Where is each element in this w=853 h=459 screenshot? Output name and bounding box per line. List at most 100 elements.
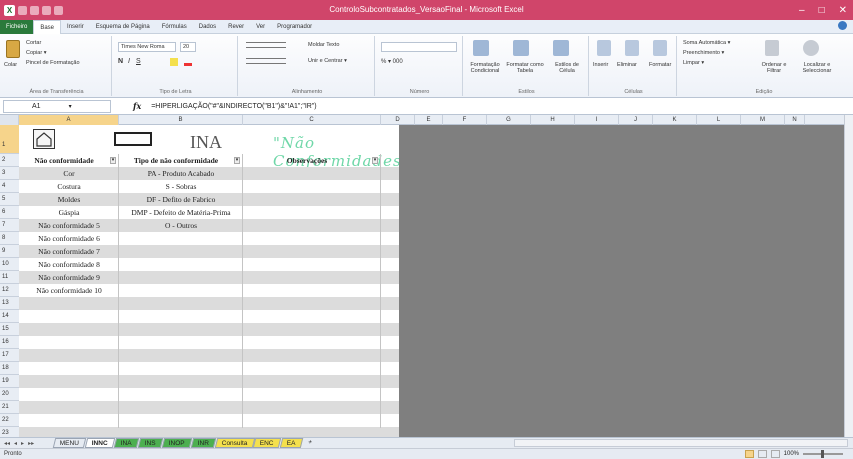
chevron-down-icon[interactable]: ▾ xyxy=(69,103,72,110)
align-left-icon[interactable] xyxy=(246,58,286,64)
row-header[interactable]: 12 xyxy=(0,284,19,297)
page-break-icon[interactable] xyxy=(770,450,780,458)
row-header[interactable]: 11 xyxy=(0,271,19,284)
sheet-grid[interactable]: INA "Não Conformidades" Não conformidade… xyxy=(19,125,409,440)
row-header[interactable]: 1 xyxy=(0,125,19,154)
name-box[interactable]: A1 ▾ xyxy=(3,99,111,113)
column-header[interactable]: L xyxy=(697,115,741,125)
delete-button[interactable]: Eliminar xyxy=(617,62,637,68)
sheet-tab[interactable]: INS xyxy=(137,438,163,448)
help-icon[interactable] xyxy=(838,21,847,30)
column-header[interactable]: A xyxy=(19,115,119,125)
nonconformity-cell[interactable]: Não conformidade 10 xyxy=(19,286,119,295)
customize-toolbar-icon[interactable] xyxy=(54,5,63,15)
filter-dropdown-icon[interactable]: ▾ xyxy=(372,157,378,164)
column-header[interactable]: B xyxy=(119,115,243,125)
bold-button[interactable]: N xyxy=(118,58,123,65)
row-header[interactable]: 4 xyxy=(0,180,19,193)
table-header-cell[interactable]: Observações xyxy=(243,156,371,165)
row-header[interactable]: 7 xyxy=(0,219,19,232)
row-header[interactable]: 18 xyxy=(0,362,19,375)
underline-button[interactable]: S xyxy=(136,58,141,65)
insert-cells-icon[interactable] xyxy=(597,40,611,56)
insert-sheet-icon[interactable]: + xyxy=(301,438,318,448)
menu-tab[interactable]: Dados xyxy=(193,20,222,34)
font-size-select[interactable]: 20 xyxy=(180,42,196,52)
row-header[interactable]: 9 xyxy=(0,245,19,258)
font-color-icon[interactable] xyxy=(184,58,192,66)
select-all-button[interactable] xyxy=(0,115,19,125)
row-header[interactable]: 20 xyxy=(0,388,19,401)
row-header[interactable]: 16 xyxy=(0,336,19,349)
menu-tab[interactable]: Programador xyxy=(271,20,318,34)
menu-tab[interactable]: Fórmulas xyxy=(156,20,193,34)
sheet-tab[interactable]: EA xyxy=(279,438,304,448)
insert-function-icon[interactable]: fx xyxy=(133,101,141,111)
column-header[interactable]: M xyxy=(741,115,785,125)
sort-filter-button[interactable]: Ordenar e Filtrar xyxy=(757,62,791,74)
nonconformity-type-cell[interactable]: S - Sobras xyxy=(119,182,243,191)
find-binoculars-icon[interactable] xyxy=(803,40,819,56)
sheet-tab[interactable]: INOP xyxy=(161,438,192,448)
format-button[interactable]: Formatar xyxy=(649,62,671,68)
save-icon[interactable] xyxy=(18,5,27,15)
sheet-tab[interactable]: INR xyxy=(190,438,217,448)
zoom-level[interactable]: 100% xyxy=(784,451,799,457)
paste-button[interactable]: Colar xyxy=(4,62,17,68)
zoom-slider[interactable] xyxy=(803,450,843,458)
fill-color-icon[interactable] xyxy=(170,58,178,66)
row-header[interactable]: 21 xyxy=(0,401,19,414)
column-header[interactable]: K xyxy=(653,115,697,125)
maximize-button[interactable]: □ xyxy=(819,5,825,16)
column-header[interactable]: N xyxy=(785,115,805,125)
cell-styles-icon[interactable] xyxy=(553,40,569,56)
zoom-thumb[interactable] xyxy=(821,450,824,458)
row-header[interactable]: 8 xyxy=(0,232,19,245)
row-header[interactable]: 10 xyxy=(0,258,19,271)
merge-center-button[interactable]: Unir e Centrar ▾ xyxy=(308,58,347,64)
page-layout-icon[interactable] xyxy=(757,450,767,458)
last-sheet-icon[interactable]: ▸▸ xyxy=(28,440,34,447)
menu-tab[interactable]: Inserir xyxy=(61,20,90,34)
sheet-tab[interactable]: INNC xyxy=(84,438,116,448)
redo-icon[interactable] xyxy=(42,5,51,15)
format-painter-button[interactable]: Pincel de Formatação xyxy=(26,60,80,66)
insert-button[interactable]: Inserir xyxy=(593,62,608,68)
formula-input[interactable]: =HIPERLIGAÇÃO("#"&INDIRECTO("B1")&"!A1";… xyxy=(151,103,316,110)
font-name-select[interactable]: Times New Roma xyxy=(118,42,176,52)
row-header[interactable]: 15 xyxy=(0,323,19,336)
row-header[interactable]: 13 xyxy=(0,297,19,310)
row-header[interactable]: 6 xyxy=(0,206,19,219)
row-header[interactable]: 19 xyxy=(0,375,19,388)
format-table-icon[interactable] xyxy=(513,40,529,56)
minimize-button[interactable]: – xyxy=(799,5,805,16)
menu-tab[interactable]: Ficheiro xyxy=(0,19,34,34)
column-header[interactable]: C xyxy=(243,115,381,125)
table-header-cell[interactable]: Tipo de não conformidade xyxy=(119,156,233,165)
menu-tab[interactable]: Rever xyxy=(222,20,250,34)
cut-button[interactable]: Cortar xyxy=(26,40,41,46)
format-cells-icon[interactable] xyxy=(653,40,667,56)
conditional-format-button[interactable]: Formatação Condicional xyxy=(465,62,505,74)
number-format-select[interactable] xyxy=(381,42,457,52)
autosum-button[interactable]: Soma Automática ▾ xyxy=(683,40,730,46)
sheet-tab[interactable]: ENC xyxy=(253,438,282,448)
filter-dropdown-icon[interactable]: ▾ xyxy=(234,157,240,164)
column-header[interactable]: I xyxy=(575,115,619,125)
clear-button[interactable]: Limpar ▾ xyxy=(683,60,704,66)
conditional-format-icon[interactable] xyxy=(473,40,489,56)
menu-tab[interactable]: Base xyxy=(33,19,62,34)
row-header[interactable]: 5 xyxy=(0,193,19,206)
column-header[interactable]: E xyxy=(415,115,443,125)
filter-dropdown-icon[interactable]: ▾ xyxy=(110,157,116,164)
menu-tab[interactable]: Esquema de Página xyxy=(90,20,156,34)
wrap-text-button[interactable]: Moldar Texto xyxy=(308,42,339,48)
sheet-tab[interactable]: MENU xyxy=(52,438,87,448)
close-button[interactable]: ✕ xyxy=(839,5,847,16)
delete-cells-icon[interactable] xyxy=(625,40,639,56)
nonconformity-cell[interactable]: Não conformidade 7 xyxy=(19,247,119,256)
sheet-tab[interactable]: INA xyxy=(113,438,140,448)
column-header[interactable]: H xyxy=(531,115,575,125)
sheet-tab[interactable]: Consulta xyxy=(214,438,255,448)
row-header[interactable]: 3 xyxy=(0,167,19,180)
